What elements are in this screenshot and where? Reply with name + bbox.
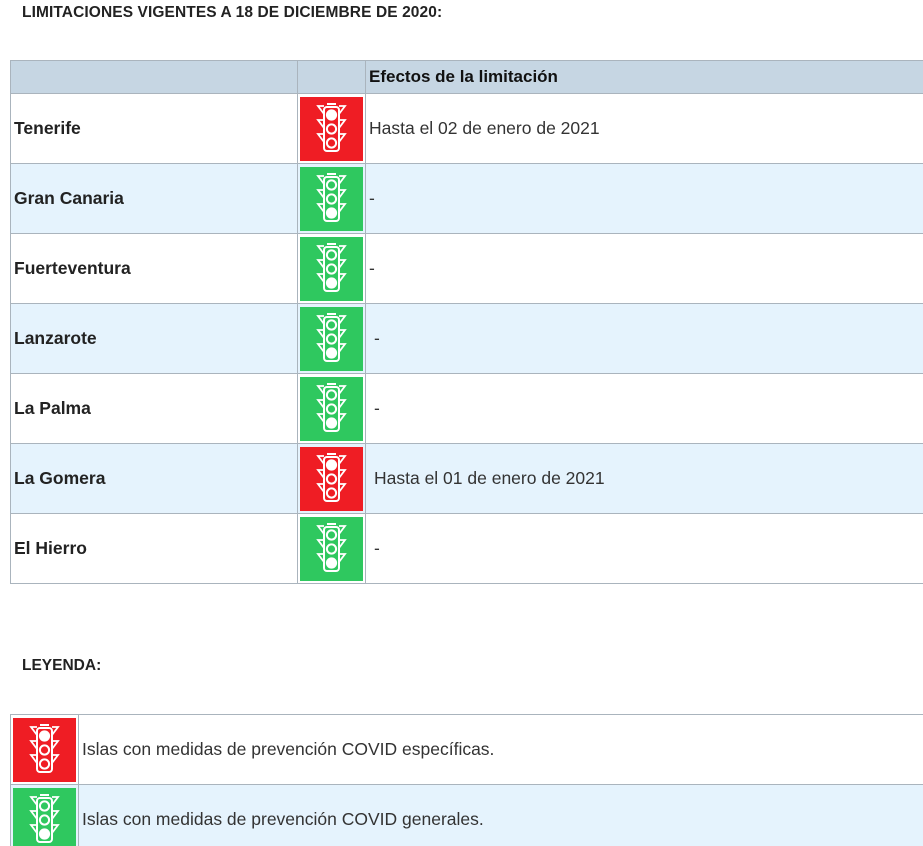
traffic-light-icon (300, 306, 363, 371)
island-name: La Palma (10, 373, 298, 444)
table-row: Gran Canaria - (10, 163, 923, 234)
table-row: Fuerteventura - (10, 233, 923, 304)
page: LIMITACIONES VIGENTES A 18 DE DICIEMBRE … (0, 0, 923, 846)
header-effects: Efectos de la limitación (365, 60, 923, 94)
island-name: Tenerife (10, 93, 298, 164)
limitation-effect: - (365, 163, 923, 234)
traffic-light-icon (300, 96, 363, 161)
table-row: La Palma - (10, 373, 923, 444)
traffic-light-icon (300, 376, 363, 441)
island-name: Fuerteventura (10, 233, 298, 304)
traffic-light-icon (13, 787, 76, 846)
traffic-light-icon (300, 516, 363, 581)
traffic-light-icon (300, 166, 363, 231)
island-name: La Gomera (10, 443, 298, 514)
table-row: El Hierro - (10, 513, 923, 584)
island-name: El Hierro (10, 513, 298, 584)
legend-text: Islas con medidas de prevención COVID ge… (78, 784, 923, 846)
limitation-effect: - (365, 303, 923, 374)
table-row: Tenerife Hasta el 02 de enero de 2021 (10, 93, 923, 164)
legend-table: Islas con medidas de prevención COVID es… (10, 714, 923, 846)
traffic-light-icon (300, 446, 363, 511)
legend-text: Islas con medidas de prevención COVID es… (78, 714, 923, 785)
legend-item: Islas con medidas de prevención COVID es… (10, 714, 923, 785)
header-status (297, 60, 366, 94)
table-row: Lanzarote - (10, 303, 923, 374)
limitation-effect: Hasta el 02 de enero de 2021 (365, 93, 923, 164)
limitation-effect: Hasta el 01 de enero de 2021 (365, 443, 923, 514)
island-name: Gran Canaria (10, 163, 298, 234)
limitation-effect: - (365, 373, 923, 444)
legend-heading: LEYENDA: (22, 657, 102, 674)
traffic-light-icon (300, 236, 363, 301)
traffic-light-icon (13, 717, 76, 782)
limitations-table: Efectos de la limitación Tenerife Hasta … (10, 60, 923, 584)
island-name: Lanzarote (10, 303, 298, 374)
table-row: La Gomera Hasta el 01 de enero de 2021 (10, 443, 923, 514)
page-title: LIMITACIONES VIGENTES A 18 DE DICIEMBRE … (22, 4, 443, 21)
header-island (10, 60, 298, 94)
limitation-effect: - (365, 233, 923, 304)
table-header-row: Efectos de la limitación (10, 60, 923, 94)
legend-item: Islas con medidas de prevención COVID ge… (10, 784, 923, 846)
limitation-effect: - (365, 513, 923, 584)
